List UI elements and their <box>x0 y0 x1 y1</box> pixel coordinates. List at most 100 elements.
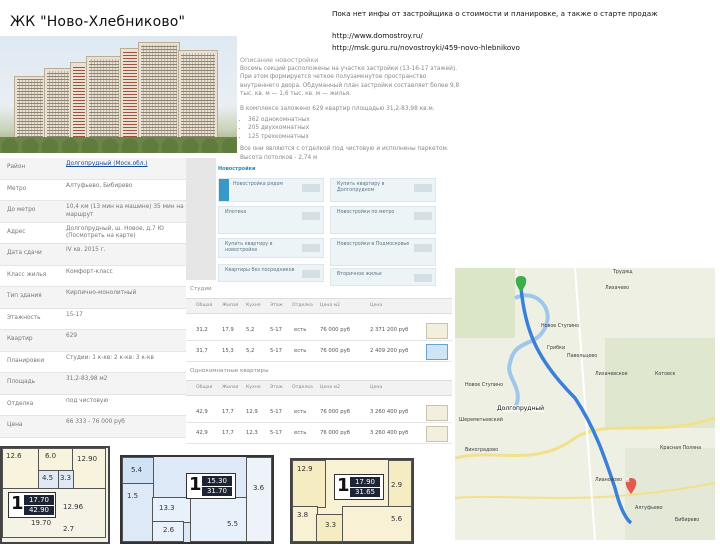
info-value[interactable]: Долгопрудный (Моск.обл.) <box>66 161 184 169</box>
table-row[interactable]: 31,7 15,3 5,2 5-17 есть 76 000 руб 2 409… <box>186 341 452 362</box>
description-heading: Описание новостройки <box>240 56 319 64</box>
cell: 15,3 <box>222 348 234 354</box>
room: 3.6 <box>246 457 272 542</box>
related-link[interactable]: Купить квартиру в Долгопрудном <box>330 178 436 202</box>
related-link-label: Новостройка рядом <box>233 182 283 187</box>
column-header: Отделка <box>292 303 313 308</box>
arrow-button[interactable] <box>414 244 432 252</box>
floor-plan-1[interactable]: 12.6 6.0 12.90 4.5 3.3 12.96 19.70 2.7 1… <box>0 446 110 544</box>
list-item: 362 однокомнатных <box>248 116 460 125</box>
arrow-button[interactable] <box>302 270 320 278</box>
related-link[interactable]: Новостройка рядом <box>218 178 324 202</box>
cell: 2 409 200 руб <box>370 348 409 354</box>
plan-thumbnail[interactable] <box>426 344 448 360</box>
room: 5.5 <box>190 497 248 542</box>
map-label: Котовск <box>655 372 676 377</box>
info-value: Комфорт-класс <box>66 268 113 275</box>
living-area: 31.65 <box>350 488 380 497</box>
route-map[interactable]: A B Новое Ступино Лихачево Грибки Павель… <box>455 268 715 540</box>
cell: 5-17 <box>270 430 283 436</box>
room: 3.3 <box>58 470 74 490</box>
related-link[interactable]: Ипотека <box>218 206 324 234</box>
arrow-button[interactable] <box>414 184 432 192</box>
map-label: Новое Ступино <box>465 383 504 388</box>
cell: 76 000 руб <box>320 348 350 354</box>
table-row: Класс жилья Комфорт-класс <box>0 266 186 287</box>
floor-plan-2[interactable]: 5.4 1.5 13.3 2.6 5.5 3.6 1 15.30 31.70 <box>120 455 274 544</box>
note-text: Пока нет инфы от застройщика о стоимости… <box>332 9 658 18</box>
room-area: 3.3 <box>325 521 337 529</box>
room-area: 19.70 <box>31 519 52 527</box>
floor-plan-3[interactable]: 12.9 2.9 3.8 3.3 5.6 1 17.90 31.65 <box>290 458 414 544</box>
link-domostroy[interactable]: http://www.domostroy.ru/ <box>332 30 716 42</box>
related-link[interactable]: Купить квартиру в новостройке <box>218 238 324 258</box>
column-header: Отделка <box>292 385 313 390</box>
total-area: 15.30 <box>202 476 232 486</box>
info-table: Район Долгопрудный (Моск.обл.) Метро Алтуф… <box>0 158 186 438</box>
cell: есть <box>294 327 307 333</box>
arrow-button[interactable] <box>414 212 432 220</box>
plan-thumbnail[interactable] <box>426 405 448 421</box>
room-area: 3.6 <box>253 484 265 492</box>
plan-thumbnail[interactable] <box>426 323 448 339</box>
marker-a-label: A <box>515 271 519 276</box>
arrow-button[interactable] <box>302 212 320 220</box>
room: 2.6 <box>152 521 184 542</box>
map-canvas <box>455 268 715 540</box>
table-row: Квартир 629 <box>0 330 186 352</box>
related-links-panel: Новостройки Новостройка рядом Купить ква… <box>218 166 436 286</box>
info-key: Класс жилья <box>7 271 47 278</box>
section-heading: Студии <box>190 286 212 292</box>
map-label: Грибки <box>547 346 566 351</box>
column-header: Общая <box>196 303 213 308</box>
room: 12.90 <box>72 448 106 490</box>
column-header: Жилая <box>222 385 239 390</box>
marker-b-label: B <box>626 479 630 484</box>
column-header: Цена <box>370 303 383 308</box>
total-area: 17.90 <box>350 477 380 487</box>
cell: 12,9 <box>246 409 258 415</box>
plan-legend: 1 17.90 31.65 <box>334 474 384 500</box>
room: 12.9 <box>292 460 326 508</box>
related-link[interactable]: Квартиры без посредников <box>218 264 324 282</box>
table-row: Адрес Долгопрудный, ш. Новое, д.7 Ю (Посм… <box>0 223 186 244</box>
table-row: Район Долгопрудный (Моск.обл.) <box>0 158 186 180</box>
info-value: Студии: 1 к-кв: 2 к-кв: 3 к-кв <box>66 354 154 361</box>
info-value: 66 333 - 76 000 руб <box>66 419 125 425</box>
arrow-button[interactable] <box>302 184 320 192</box>
table-row[interactable]: 31,2 17,9 5,2 5-17 есть 76 000 руб 2 371… <box>186 320 452 341</box>
info-key: Район <box>7 164 26 170</box>
info-value: 31,2-83,98 м2 <box>66 376 108 382</box>
table-row[interactable]: 42,9 17,7 12,9 5-17 есть 76 000 руб 3 26… <box>186 402 452 423</box>
table-row: Этажность 15-17 <box>0 309 186 330</box>
cell: 5-17 <box>270 409 283 415</box>
room: 2.9 <box>388 460 412 508</box>
cell: 76 000 руб <box>320 430 350 436</box>
room: 3.3 <box>316 514 344 542</box>
related-link[interactable]: Новостройки в Подмосковье <box>330 238 436 266</box>
info-value: Алтуфьево, Бибирево <box>66 182 133 189</box>
arrow-button[interactable] <box>302 244 320 252</box>
info-value[interactable]: Долгопрудный, ш. Новое, д.7 Ю (Посмотрет… <box>66 226 184 241</box>
related-link-label: Купить квартиру в Долгопрудном <box>337 182 385 193</box>
room-area: 2.9 <box>391 481 403 489</box>
living-area: 42.90 <box>24 506 54 515</box>
cell: 12,3 <box>246 430 258 436</box>
table-row: Площадь 31,2-83,98 м2 <box>0 373 186 395</box>
related-link[interactable]: Новостройки по метро <box>330 206 436 234</box>
info-value: под чистовую <box>66 397 109 404</box>
room-area: 5.5 <box>227 520 239 528</box>
cell: 5,2 <box>246 327 255 333</box>
info-key: Адрес <box>7 228 26 235</box>
room: 13.3 <box>152 497 192 523</box>
column-header: Жилая <box>222 303 239 308</box>
plan-thumbnail[interactable] <box>426 426 448 442</box>
arrow-button[interactable] <box>414 274 432 282</box>
map-label: Лихачево <box>605 286 630 291</box>
table-row: Метро Алтуфьево, Бибирево <box>0 180 186 201</box>
room: 3.8 <box>292 506 318 542</box>
table-row[interactable]: 42,9 17,7 12,3 5-17 есть 76 000 руб 3 26… <box>186 423 452 444</box>
cell: 5,2 <box>246 348 255 354</box>
room: 5.6 <box>342 506 412 542</box>
link-msk-guru[interactable]: http://msk.guru.ru/novostroyki/459-novo-… <box>332 42 716 54</box>
